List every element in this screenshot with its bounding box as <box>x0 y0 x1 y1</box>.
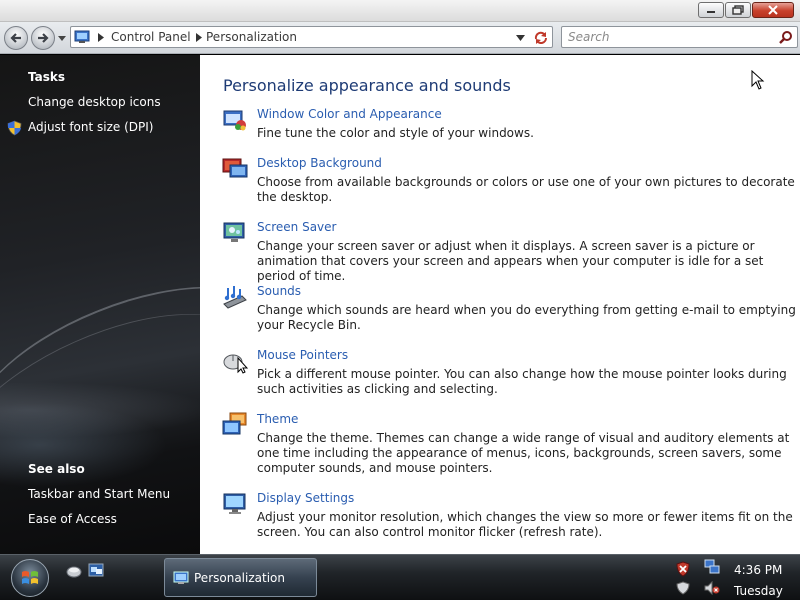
security-alert-icon[interactable] <box>676 561 690 577</box>
network-icon[interactable] <box>704 559 720 575</box>
show-desktop-icon[interactable] <box>66 565 82 579</box>
see-also-heading: See also <box>28 462 85 476</box>
close-icon <box>768 5 778 15</box>
taskbar-button-label: Personalization <box>194 570 285 585</box>
breadcrumb-chevron-icon[interactable] <box>196 33 202 42</box>
switch-windows-icon[interactable] <box>88 563 104 579</box>
change-desktop-icons-link[interactable]: Change desktop icons <box>28 95 161 109</box>
recent-pages-dropdown-icon[interactable] <box>58 36 66 41</box>
theme-link[interactable]: Theme <box>257 412 298 426</box>
search-icon[interactable] <box>779 30 793 44</box>
forward-arrow-icon <box>38 33 49 43</box>
clock-day[interactable]: Tuesday <box>734 584 783 598</box>
tasks-heading: Tasks <box>28 70 66 84</box>
system-tray: 4:36 PM Tuesday <box>668 557 800 599</box>
control-panel-icon <box>74 30 90 43</box>
title-bar <box>0 0 800 22</box>
page-title: Personalize appearance and sounds <box>223 76 511 95</box>
mouse-pointers-icon <box>223 354 248 374</box>
search-box[interactable]: Search <box>561 26 798 48</box>
taskbar-and-start-menu-link[interactable]: Taskbar and Start Menu <box>28 487 170 501</box>
refresh-icon[interactable] <box>533 30 549 46</box>
window-controls <box>697 2 794 18</box>
breadcrumb-control-panel[interactable]: Control Panel <box>111 30 191 44</box>
navigation-bar: Control Panel Personalization Search <box>0 22 800 54</box>
display-settings-icon <box>223 493 246 514</box>
breadcrumb-personalization[interactable]: Personalization <box>206 30 297 44</box>
screen-saver-description: Change your screen saver or adjust when … <box>257 239 764 283</box>
ease-of-access-link[interactable]: Ease of Access <box>28 512 117 526</box>
mouse-cursor-icon <box>751 70 765 90</box>
sounds-link[interactable]: Sounds <box>257 284 301 298</box>
display-settings-description: Adjust your monitor resolution, which ch… <box>257 510 793 539</box>
address-dropdown-icon[interactable] <box>516 35 525 41</box>
maximize-button[interactable] <box>725 2 751 18</box>
theme-icon <box>222 412 247 435</box>
shield-icon <box>7 120 22 136</box>
minimize-button[interactable] <box>698 2 724 18</box>
desktop-background-icon <box>222 158 248 178</box>
left-task-pane: Tasks Change desktop icons Adjust font s… <box>0 55 200 554</box>
desktop-background-description: Choose from available backgrounds or col… <box>257 175 795 204</box>
back-button[interactable] <box>4 26 28 50</box>
forward-button[interactable] <box>31 26 55 50</box>
update-icon[interactable] <box>676 581 690 595</box>
desktop-background-link[interactable]: Desktop Background <box>257 156 382 170</box>
search-placeholder: Search <box>568 30 610 44</box>
restore-icon <box>732 5 744 15</box>
window-color-link[interactable]: Window Color and Appearance <box>257 107 442 121</box>
theme-description: Change the theme. Themes can change a wi… <box>257 431 790 475</box>
breadcrumb-chevron-icon[interactable] <box>98 33 104 42</box>
sounds-icon <box>223 286 247 309</box>
minimize-icon <box>707 11 715 13</box>
taskbar: Personalization 4:36 PM Tuesday <box>0 554 800 600</box>
windows-logo-icon <box>22 571 38 584</box>
display-settings-link[interactable]: Display Settings <box>257 491 354 505</box>
personalization-window-icon <box>173 571 189 584</box>
clock-time[interactable]: 4:36 PM <box>734 563 782 577</box>
volume-muted-icon[interactable] <box>704 581 720 595</box>
address-bar[interactable]: Control Panel Personalization <box>70 26 553 48</box>
screen-saver-link[interactable]: Screen Saver <box>257 220 336 234</box>
main-content: Personalize appearance and sounds Window… <box>200 55 800 554</box>
window-color-icon <box>223 110 246 131</box>
mouse-pointers-link[interactable]: Mouse Pointers <box>257 348 348 362</box>
close-button[interactable] <box>752 2 794 18</box>
screen-saver-icon <box>223 222 245 242</box>
window-color-description: Fine tune the color and style of your wi… <box>257 126 534 140</box>
start-button[interactable] <box>11 559 49 597</box>
adjust-font-size-link[interactable]: Adjust font size (DPI) <box>28 120 153 134</box>
taskbar-button-personalization[interactable]: Personalization <box>164 558 317 597</box>
back-arrow-icon <box>10 33 21 43</box>
mouse-pointers-description: Pick a different mouse pointer. You can … <box>257 367 787 396</box>
sounds-description: Change which sounds are heard when you d… <box>257 303 796 332</box>
